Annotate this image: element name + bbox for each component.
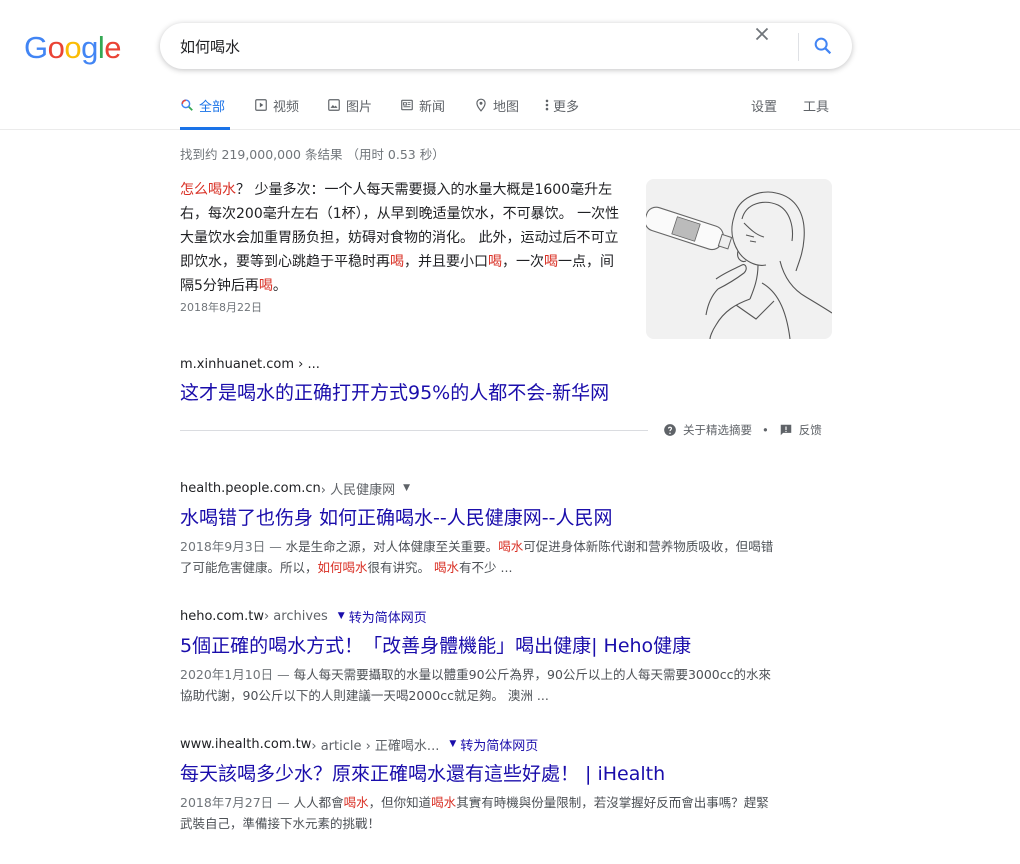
result-description: 2018年7月27日 — 人人都會喝水，但你知道喝水其實有時機與份量限制，若沒掌… — [180, 792, 780, 834]
featured-footer: 关于精选摘要 • 反馈 — [663, 422, 822, 438]
result-title[interactable]: 每天該喝多少水？原來正確喝水還有這些好處！ | iHealth — [180, 761, 780, 787]
result-date: 2018年7月27日 — — [180, 795, 294, 810]
tab-maps[interactable]: 地图 — [474, 96, 519, 130]
video-icon — [255, 99, 267, 111]
result-text: 水是生命之源，对人体健康至关重要。 — [285, 539, 499, 554]
result-text: 很有讲究。 — [367, 560, 435, 575]
snippet-text-part: ，并且要小口 — [404, 254, 488, 270]
news-icon — [401, 99, 413, 111]
result-highlight: 喝水 — [434, 560, 460, 575]
separator-dot: • — [762, 423, 769, 437]
tab-images[interactable]: 图片 — [327, 96, 372, 130]
settings-link[interactable]: 设置 — [751, 96, 777, 115]
search-result: www.ihealth.com.tw › article › 正確喝水... ▼… — [180, 735, 780, 834]
result-date: 2020年1月10日 — — [180, 667, 294, 682]
logo-letter: G — [24, 30, 48, 65]
translate-label: 转为简体网页 — [460, 738, 539, 754]
active-tab-indicator — [180, 127, 230, 130]
more-vert-icon — [545, 99, 549, 111]
help-circle-icon[interactable] — [663, 423, 677, 437]
result-domain: health.people.com.cn — [180, 480, 321, 496]
clear-search-button[interactable] — [751, 23, 773, 45]
search-icon — [181, 99, 193, 111]
map-pin-icon — [476, 98, 486, 112]
tab-all[interactable]: 全部 — [180, 96, 230, 130]
tab-label: 图片 — [346, 100, 373, 115]
result-highlight: 喝水 — [498, 539, 524, 554]
result-highlight: 喝水 — [431, 795, 457, 810]
result-description: 2020年1月10日 — 每人每天需要攝取的水量以體重90公斤為界，90公斤以上… — [180, 664, 780, 706]
result-domain: heho.com.tw — [180, 608, 264, 624]
tab-label: 全部 — [199, 100, 226, 115]
tab-label: 地图 — [493, 100, 520, 115]
logo-letter: o — [47, 30, 65, 65]
featured-source-url: m.xinhuanet.com › ... — [180, 357, 320, 372]
result-stats: 找到约 219,000,000 条结果 （用时 0.53 秒） — [180, 147, 445, 162]
caret-down-icon: ▼ — [449, 739, 457, 749]
snippet-image[interactable] — [646, 179, 832, 339]
featured-divider — [180, 430, 648, 431]
logo-letter: g — [81, 30, 98, 65]
snippet-text-part: ，一次 — [502, 254, 544, 270]
result-url: health.people.com.cn › 人民健康网 ▼ — [180, 479, 780, 498]
result-breadcrumb: › 人民健康网 — [320, 482, 396, 498]
tab-videos[interactable]: 视频 — [254, 96, 299, 130]
tab-label: 更多 — [553, 100, 580, 115]
logo-letter: o — [64, 30, 82, 65]
result-domain: www.ihealth.com.tw — [180, 736, 312, 752]
feedback-icon[interactable] — [779, 423, 793, 437]
result-title[interactable]: 5個正確的喝水方式！「改善身體機能」喝出健康| Heho健康 — [180, 633, 780, 659]
tab-label: 视频 — [273, 100, 300, 115]
result-text: 有不少 ... — [459, 560, 513, 575]
snippet-highlight: 喝 — [258, 278, 273, 294]
search-result: heho.com.tw › archives ▼ 转为简体网页 5個正確的喝水方式… — [180, 607, 780, 706]
snippet-highlight: 喝 — [390, 254, 404, 270]
snippet-highlight: 喝 — [544, 254, 558, 270]
search-button[interactable] — [812, 35, 834, 57]
result-date: 2018年9月3日 — — [180, 539, 286, 554]
caret-down-icon: ▼ — [337, 611, 345, 621]
logo-letter: e — [104, 30, 122, 65]
result-breadcrumb: › article › 正確喝水... — [311, 738, 440, 754]
image-icon — [328, 99, 340, 111]
snippet-text-part: 。 — [272, 278, 287, 294]
tab-news[interactable]: 新闻 — [400, 96, 445, 130]
tools-link[interactable]: 工具 — [803, 96, 829, 115]
search-tabs: 全部 视频 图片 新闻 地图 更多 设置 工具 — [180, 96, 840, 130]
search-icon — [814, 37, 832, 55]
tab-more[interactable]: 更多 — [544, 96, 579, 130]
featured-result-title[interactable]: 这才是喝水的正确打开方式95%的人都不会-新华网 — [180, 378, 609, 405]
feedback-link[interactable]: 反馈 — [799, 422, 822, 438]
result-breadcrumb: › archives — [263, 608, 328, 624]
translate-label: 转为简体网页 — [348, 610, 427, 626]
result-text: ，但你知道 — [368, 795, 432, 810]
snippet-highlight: 怎么喝水 — [180, 182, 236, 198]
search-input[interactable] — [180, 35, 740, 57]
about-snippet-link[interactable]: 关于精选摘要 — [683, 422, 752, 438]
result-highlight: 喝水 — [343, 795, 369, 810]
snippet-text: 怎么喝水？ 少量多次：一个人每天需要摄入的水量大概是1600毫升左右，每次200… — [180, 178, 625, 298]
result-text: 人人都會 — [293, 795, 344, 810]
result-highlight: 如何喝水 — [317, 560, 368, 575]
girl-drinking-illustration — [646, 179, 832, 339]
tab-label: 新闻 — [419, 100, 446, 115]
result-title[interactable]: 水喝错了也伤身 如何正确喝水--人民健康网--人民网 — [180, 505, 780, 531]
result-description: 2018年9月3日 — 水是生命之源，对人体健康至关重要。喝水可促进身体新陈代谢… — [180, 536, 780, 578]
search-box — [160, 23, 852, 69]
translate-link[interactable]: ▼ 转为简体网页 — [338, 607, 427, 626]
translate-link[interactable]: ▼ 转为简体网页 — [449, 735, 538, 754]
snippet-highlight: 喝 — [488, 254, 502, 270]
close-icon — [755, 27, 769, 41]
result-url: www.ihealth.com.tw › article › 正確喝水... ▼… — [180, 735, 780, 754]
chevron-down-icon[interactable]: ▼ — [403, 483, 410, 493]
searchbox-divider — [798, 33, 799, 61]
header: Google 全部 视频 图片 新闻 地图 — [0, 0, 1020, 130]
google-logo[interactable]: Google — [24, 30, 122, 66]
snippet-date: 2018年8月22日 — [180, 301, 262, 314]
result-url: heho.com.tw › archives ▼ 转为简体网页 — [180, 607, 780, 626]
search-result: health.people.com.cn › 人民健康网 ▼ 水喝错了也伤身 如… — [180, 479, 780, 578]
